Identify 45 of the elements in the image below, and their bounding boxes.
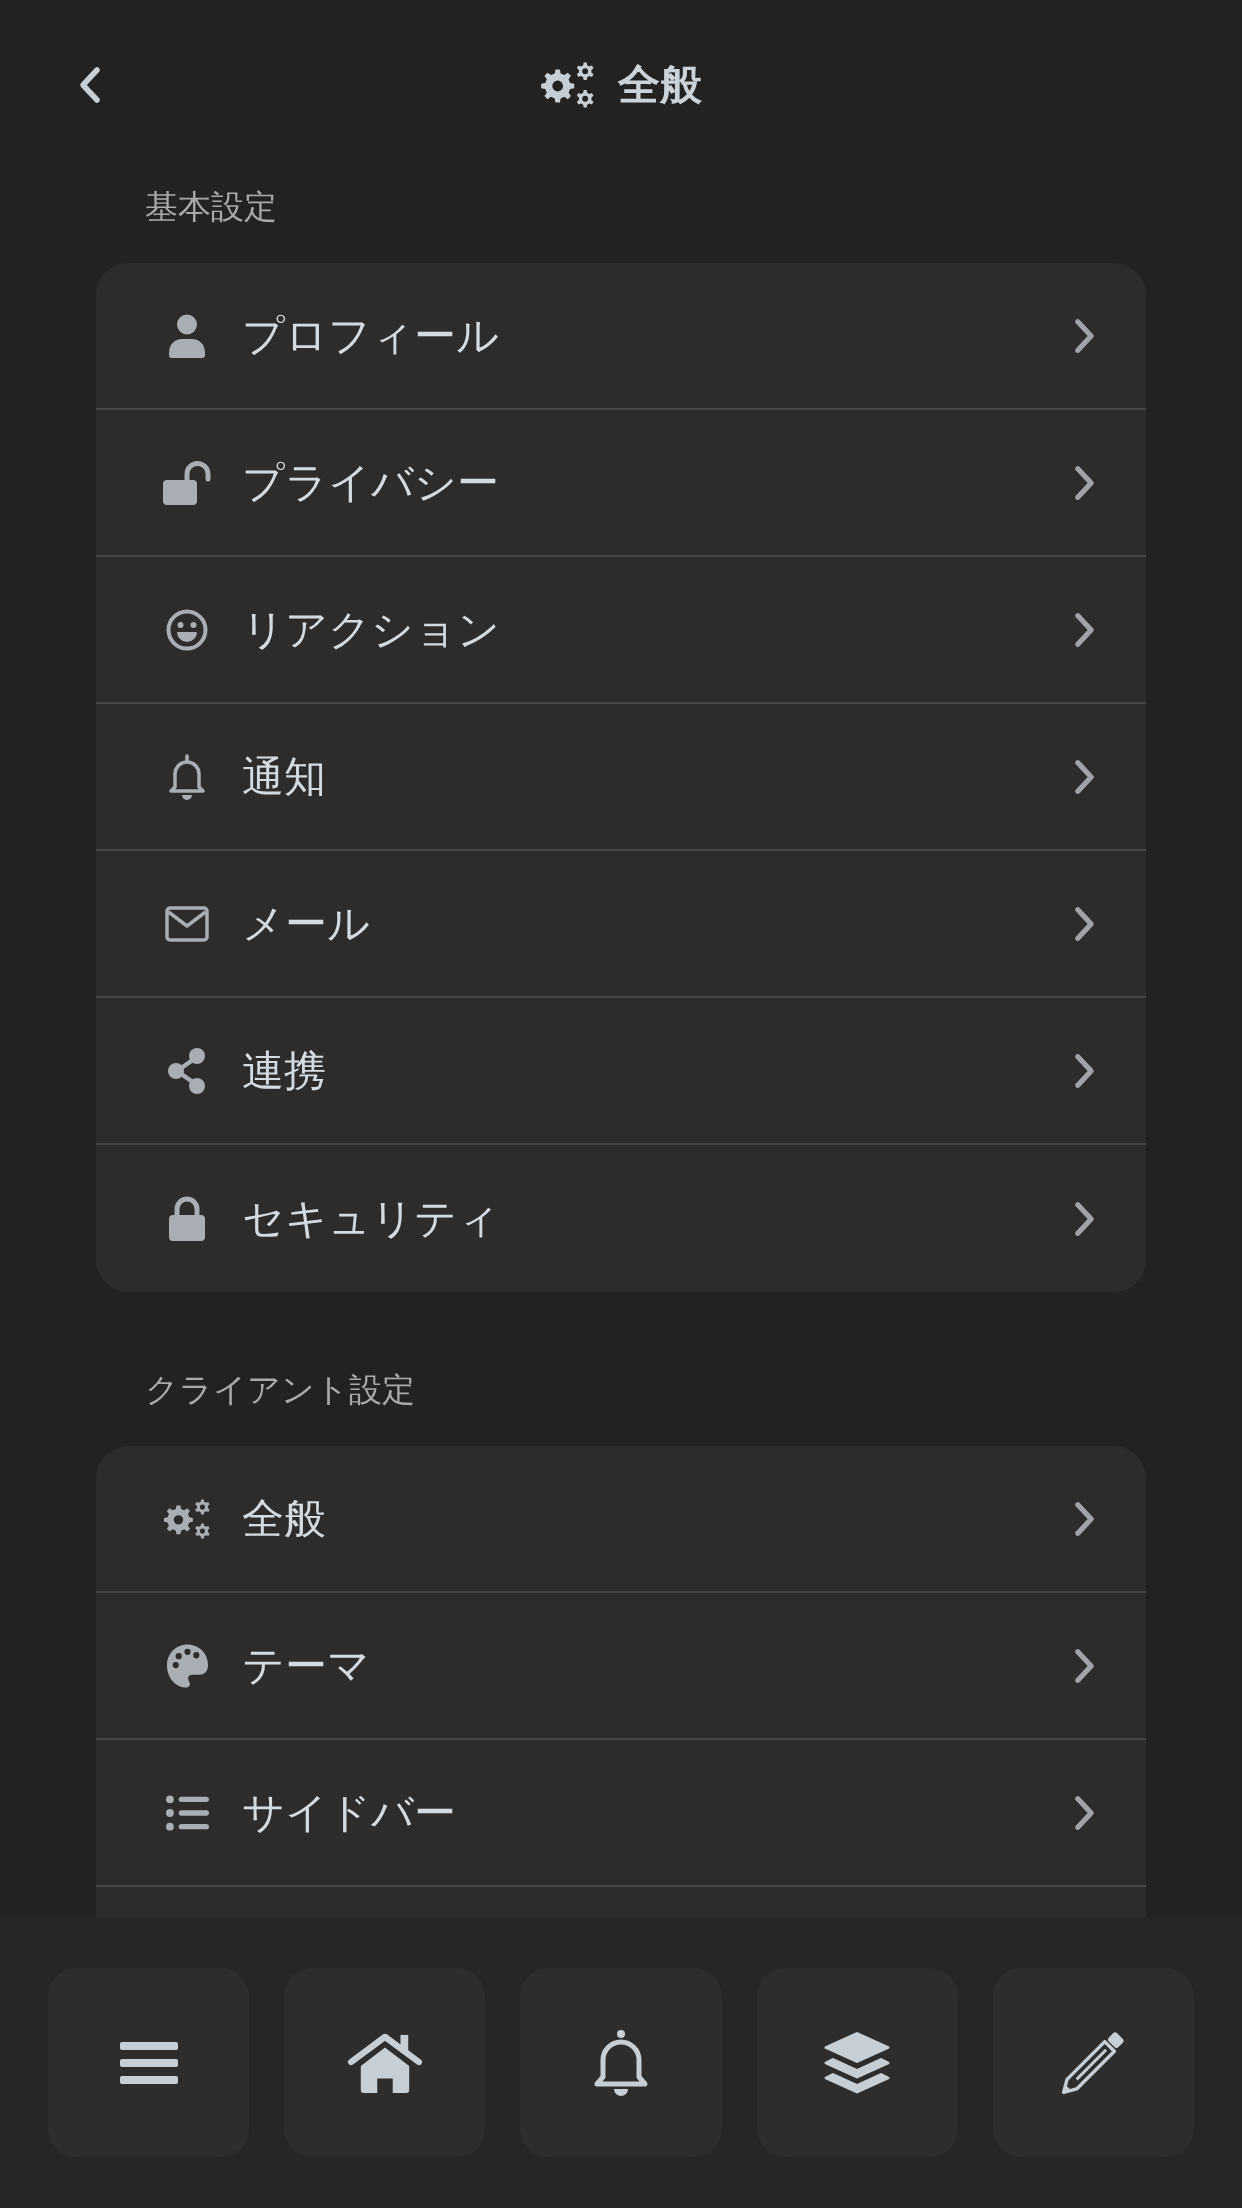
- settings-row[interactable]: 全般: [96, 1446, 1146, 1593]
- settings-row[interactable]: プライバシー: [96, 410, 1146, 557]
- chevron-left-icon: [78, 66, 102, 104]
- settings-row[interactable]: リアクション: [96, 557, 1146, 704]
- layers-icon: [823, 2029, 892, 2096]
- padlock-icon: [169, 1196, 205, 1241]
- section-label: 基本設定: [145, 188, 277, 226]
- unlocked-padlock-icon: [163, 460, 211, 505]
- chevron-right-icon: [1073, 610, 1096, 649]
- settings-row[interactable]: テーマ: [96, 1593, 1146, 1740]
- chevron-right-icon: [1073, 1051, 1096, 1090]
- chevron-right-icon: [1073, 463, 1096, 502]
- share-icon: [168, 1047, 206, 1094]
- pencil-icon: [1060, 2029, 1127, 2096]
- chevron-right-icon: [1073, 1499, 1096, 1538]
- menu-icon: [119, 2041, 178, 2084]
- settings-row[interactable]: 通知: [96, 704, 1146, 851]
- palette-icon: [165, 1642, 209, 1689]
- notifications-button[interactable]: [520, 1968, 722, 2157]
- settings-row[interactable]: メール: [96, 851, 1146, 998]
- compose-button[interactable]: [992, 1968, 1194, 2157]
- chevron-right-icon: [1073, 1199, 1096, 1238]
- chevron-right-icon: [1073, 757, 1096, 796]
- menu-button[interactable]: [48, 1968, 250, 2157]
- section-label: クライアント設定: [145, 1371, 415, 1409]
- user-icon: [169, 313, 205, 358]
- gears-icon: [540, 62, 595, 108]
- bell-icon: [593, 2028, 649, 2097]
- settings-row[interactable]: サイドバー: [96, 1740, 1146, 1887]
- house-icon: [346, 2032, 423, 2093]
- chevron-right-icon: [1073, 316, 1096, 355]
- chevron-right-icon: [1073, 1793, 1096, 1832]
- chevron-right-icon: [1073, 1646, 1096, 1685]
- settings-row[interactable]: 連携: [96, 998, 1146, 1145]
- smiley-icon: [166, 608, 208, 651]
- home-button[interactable]: [284, 1968, 486, 2157]
- back-button[interactable]: [78, 66, 102, 104]
- settings-row[interactable]: プロフィール: [96, 263, 1146, 410]
- settings-row[interactable]: セキュリティ: [96, 1145, 1146, 1292]
- envelope-icon: [165, 905, 209, 942]
- chevron-right-icon: [1073, 904, 1096, 943]
- layers-button[interactable]: [756, 1968, 958, 2157]
- list-icon: [165, 1794, 209, 1831]
- bell-icon: [168, 753, 206, 800]
- page-title: 全般: [618, 60, 702, 110]
